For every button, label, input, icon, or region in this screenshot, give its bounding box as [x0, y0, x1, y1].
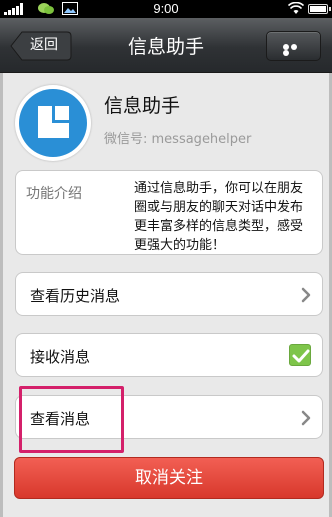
left-edge: [0, 73, 3, 517]
checkbox-checked-icon: [292, 349, 310, 363]
receive-messages-row[interactable]: 接收消息: [15, 333, 323, 377]
intro-card: 功能介绍 通过信息助手，你可以在朋友圈或与朋友的聊天对话中发布更丰富多样的信息类…: [15, 170, 323, 255]
receive-messages-label: 接收消息: [30, 348, 91, 366]
chevron-right-icon: [301, 287, 311, 303]
nav-bar: 返回 信息助手: [0, 18, 332, 73]
message-helper-logo-icon: [38, 106, 69, 138]
clock: 9:00: [153, 1, 179, 16]
more-button[interactable]: [266, 31, 321, 61]
wechat-id: 微信号: messagehelper: [104, 132, 252, 147]
view-history-label: 查看历史消息: [30, 287, 121, 305]
intro-description: 通过信息助手，你可以在朋友圈或与朋友的聊天对话中发布更丰富多样的信息类型，感受更…: [134, 181, 304, 253]
more-dots-icon: [283, 44, 305, 56]
battery-icon: [308, 4, 331, 14]
profile-name: 信息助手: [104, 95, 181, 117]
chevron-right-icon: [301, 410, 311, 426]
view-history-row[interactable]: 查看历史消息: [15, 272, 323, 316]
receive-checkbox[interactable]: [289, 344, 311, 366]
status-bar: 9:00: [0, 0, 332, 18]
avatar: [15, 85, 91, 161]
annotation-highlight-box: [19, 386, 124, 453]
back-button[interactable]: 返回: [10, 31, 72, 61]
intro-label: 功能介绍: [26, 186, 82, 202]
page-title: 信息助手: [127, 36, 204, 58]
wifi-icon: [288, 2, 304, 14]
back-button-label: 返回: [30, 37, 58, 53]
unfollow-button[interactable]: 取消关注: [14, 457, 324, 499]
